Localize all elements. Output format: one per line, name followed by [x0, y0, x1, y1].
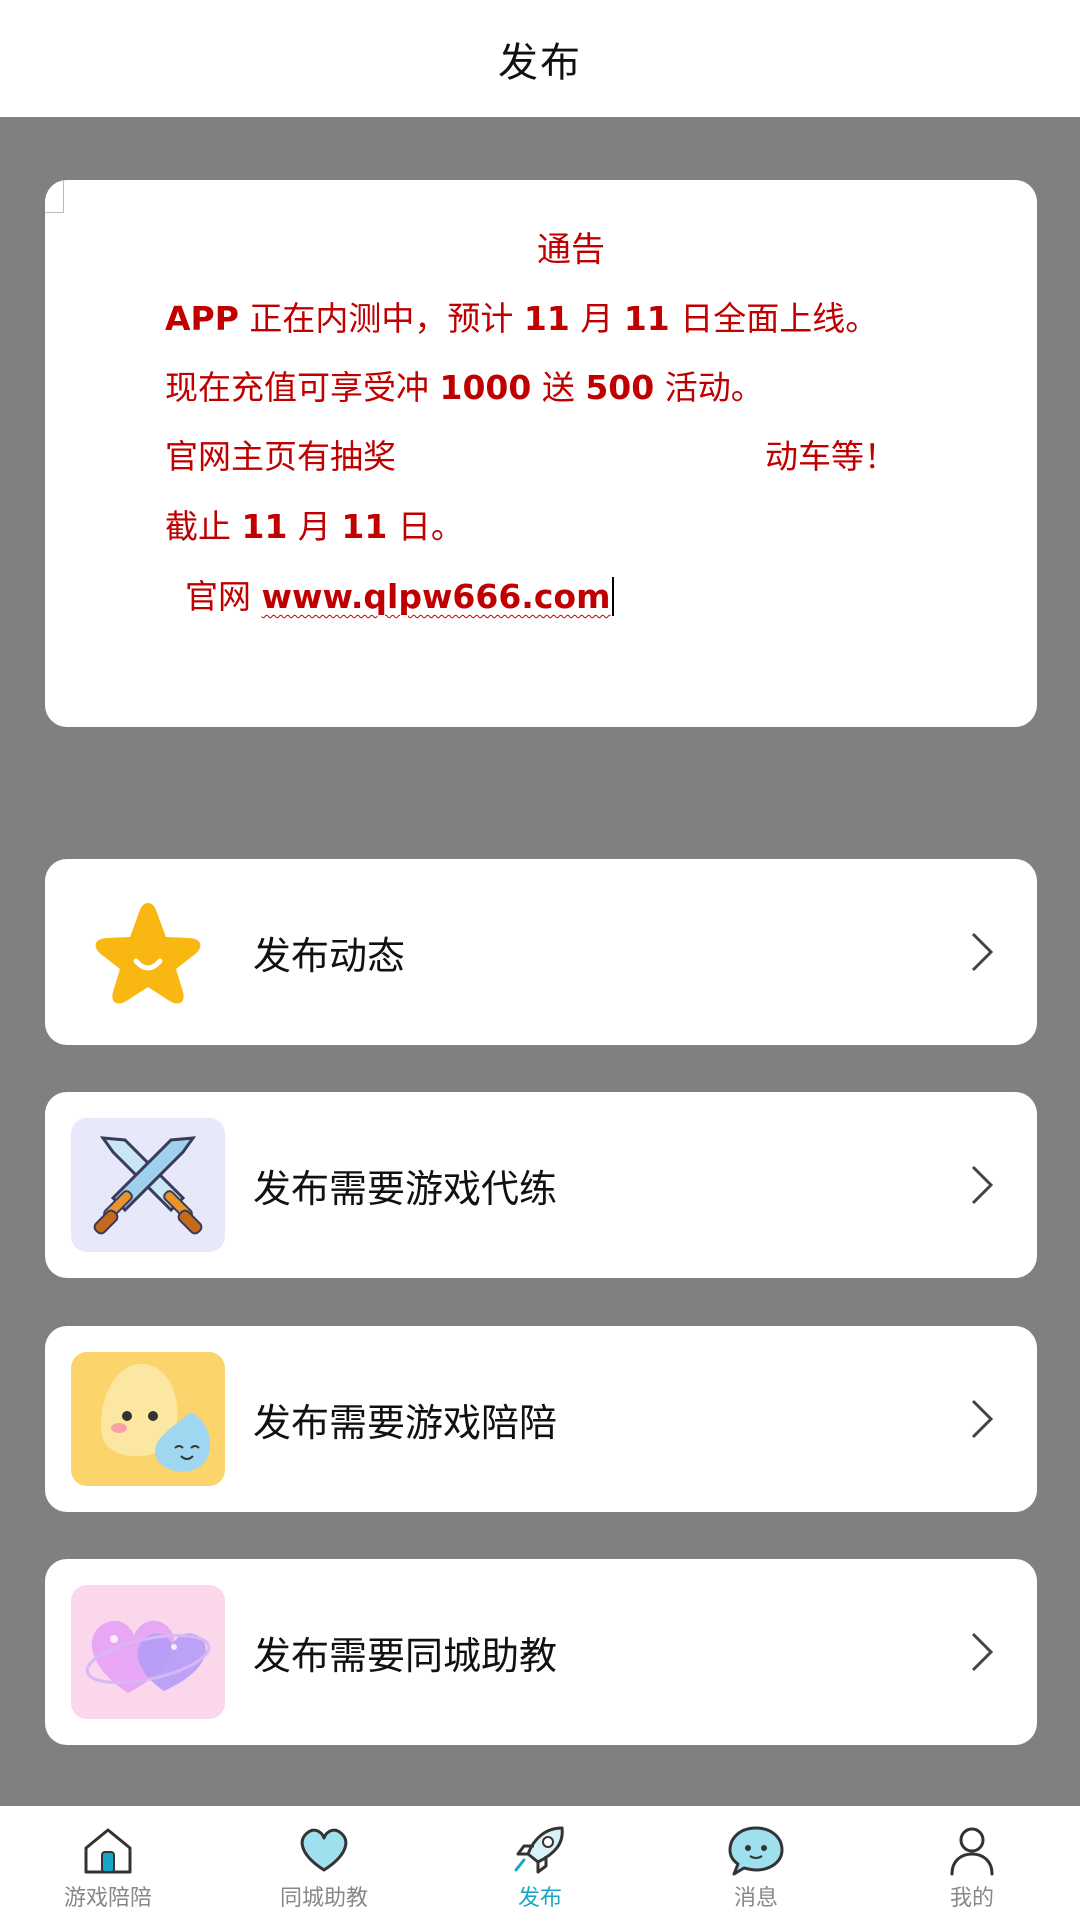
notice-title: 通告	[537, 230, 605, 270]
chat-icon	[728, 1826, 784, 1876]
chevron-right-icon	[971, 932, 994, 972]
tab-messages[interactable]: 消息	[648, 1806, 864, 1920]
menu-label: 发布需要游戏陪陪	[253, 1400, 558, 1445]
chevron-right-icon	[971, 1399, 994, 1439]
notice-line-1: APP 正在内测中，预计 11 月 11 日全面上线。	[165, 299, 879, 338]
header: 发布	[0, 0, 1080, 117]
notice-card: 通告 APP 正在内测中，预计 11 月 11 日全面上线。 现在充值可享受冲 …	[45, 180, 1037, 727]
page-title: 发布	[498, 39, 582, 86]
menu-item-post-companion[interactable]: 发布需要游戏陪陪	[45, 1326, 1037, 1512]
notice-line-3: 官网主页有抽奖	[165, 437, 396, 476]
website-link[interactable]: www.qlpw666.com	[261, 577, 615, 616]
notice-line-3-tail: 动车等！	[765, 437, 897, 476]
menu-label: 发布需要游戏代练	[253, 1166, 558, 1211]
rocket-icon	[514, 1826, 564, 1874]
chevron-right-icon	[971, 1165, 994, 1205]
user-icon	[950, 1827, 994, 1876]
notice-line-2: 现在充值可享受冲 1000 送 500 活动。	[165, 368, 764, 407]
star-smile-icon	[71, 885, 225, 1019]
menu-label: 发布需要同城助教	[253, 1633, 558, 1678]
menu-item-post-boosting[interactable]: 发布需要游戏代练	[45, 1092, 1037, 1278]
notice-line-4: 截止 11 月 11 日。	[165, 507, 464, 546]
cute-blobs-icon	[71, 1352, 225, 1486]
tab-profile[interactable]: 我的	[864, 1806, 1080, 1920]
chevron-right-icon	[971, 1632, 994, 1672]
home-icon	[84, 1828, 132, 1874]
menu-item-post-tutor[interactable]: 发布需要同城助教	[45, 1559, 1037, 1745]
menu-item-post-moment[interactable]: 发布动态	[45, 859, 1037, 1045]
tab-game-companion[interactable]: 游戏陪陪	[0, 1806, 216, 1920]
tab-local-tutor[interactable]: 同城助教	[216, 1806, 432, 1920]
heart-icon	[300, 1828, 348, 1872]
bottom-tab-bar: 游戏陪陪 同城助教 发布 消息 我的	[0, 1806, 1080, 1920]
menu-label: 发布动态	[253, 933, 406, 978]
doc-corner-mark	[45, 180, 64, 213]
notice-line-5: 官网 www.qlpw666.com	[185, 570, 615, 618]
hearts-icon	[71, 1585, 225, 1719]
tab-publish[interactable]: 发布	[432, 1806, 648, 1920]
crossed-swords-icon	[71, 1118, 225, 1252]
